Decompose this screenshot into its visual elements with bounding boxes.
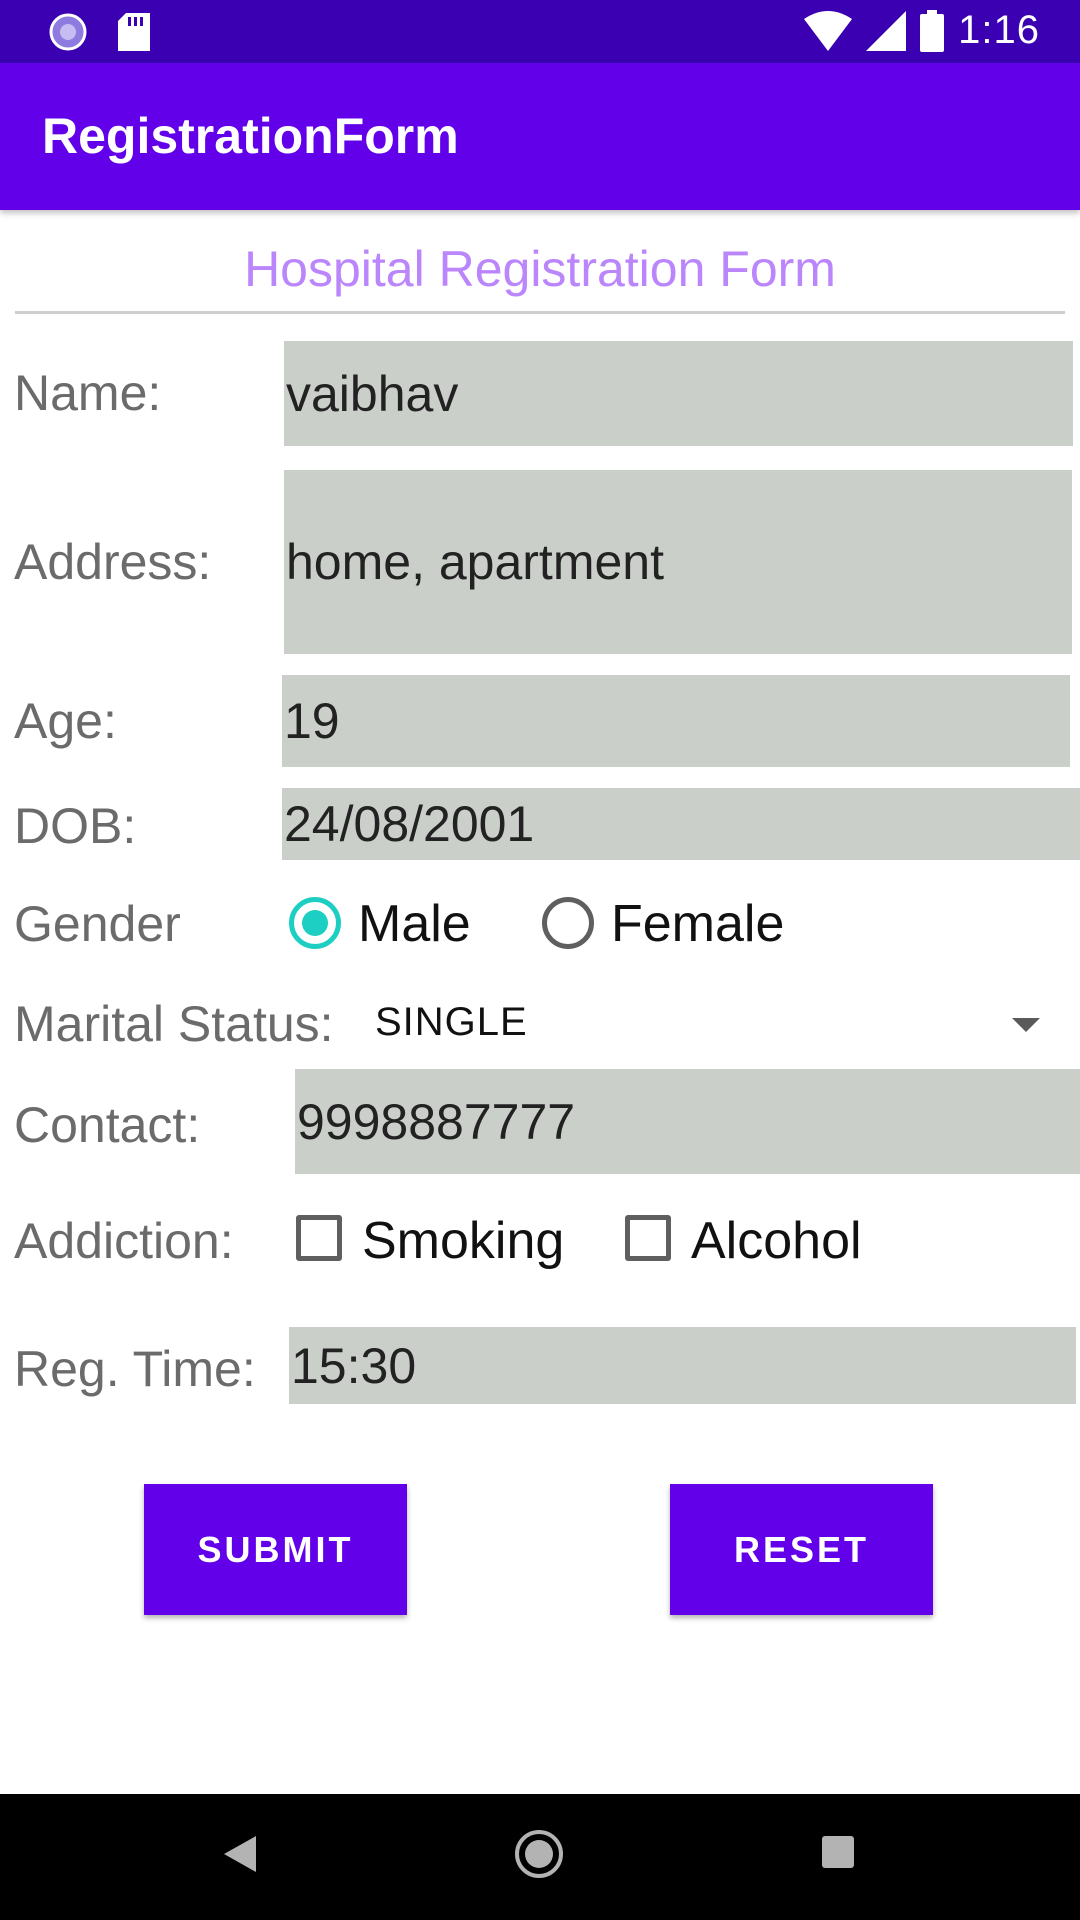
gender-radio-female[interactable]: [542, 897, 594, 949]
dob-label: DOB:: [14, 798, 137, 854]
gender-label: Gender: [14, 896, 181, 952]
cellular-signal-icon: [866, 10, 907, 51]
battery-icon: [920, 9, 945, 52]
dob-input[interactable]: 24/08/2001: [282, 788, 1080, 860]
contact-label: Contact:: [14, 1097, 201, 1153]
age-input[interactable]: 19: [282, 675, 1070, 767]
age-label: Age:: [14, 693, 117, 749]
name-label: Name:: [14, 365, 162, 421]
address-input[interactable]: home, apartment: [284, 470, 1072, 654]
title-divider: [15, 311, 1065, 314]
gender-option-female-label[interactable]: Female: [611, 894, 784, 954]
dropdown-arrow-icon[interactable]: [1012, 1018, 1040, 1032]
marital-status-spinner[interactable]: SINGLE: [375, 1000, 528, 1045]
address-label: Address:: [14, 534, 212, 590]
gender-option-male-label[interactable]: Male: [358, 894, 471, 954]
alcohol-label[interactable]: Alcohol: [691, 1211, 862, 1271]
marital-status-label: Marital Status:: [14, 996, 334, 1052]
addiction-label: Addiction:: [14, 1213, 234, 1269]
reg-time-input[interactable]: 15:30: [289, 1327, 1076, 1404]
smoking-label[interactable]: Smoking: [362, 1211, 564, 1271]
app-title: RegistrationForm: [42, 108, 459, 164]
home-icon[interactable]: [513, 1828, 565, 1880]
recents-icon[interactable]: [820, 1834, 856, 1870]
status-time: 1:16: [958, 8, 1040, 52]
gender-radio-male[interactable]: [289, 897, 341, 949]
navigation-bar: [0, 1794, 1080, 1920]
back-icon[interactable]: [222, 1834, 258, 1874]
sd-card-icon: [118, 13, 150, 51]
smoking-checkbox[interactable]: [296, 1215, 342, 1261]
app-bar: RegistrationForm: [0, 63, 1080, 210]
name-input[interactable]: vaibhav: [284, 341, 1073, 446]
contact-input[interactable]: 9998887777: [295, 1069, 1080, 1174]
reset-button[interactable]: RESET: [670, 1484, 933, 1615]
reg-time-label: Reg. Time:: [14, 1341, 256, 1397]
status-bar: 1:16: [0, 0, 1080, 63]
alcohol-checkbox[interactable]: [625, 1215, 671, 1261]
wifi-icon: [804, 10, 853, 51]
submit-button[interactable]: SUBMIT: [144, 1484, 407, 1615]
form-title: Hospital Registration Form: [244, 241, 836, 297]
sync-icon: [49, 13, 87, 51]
